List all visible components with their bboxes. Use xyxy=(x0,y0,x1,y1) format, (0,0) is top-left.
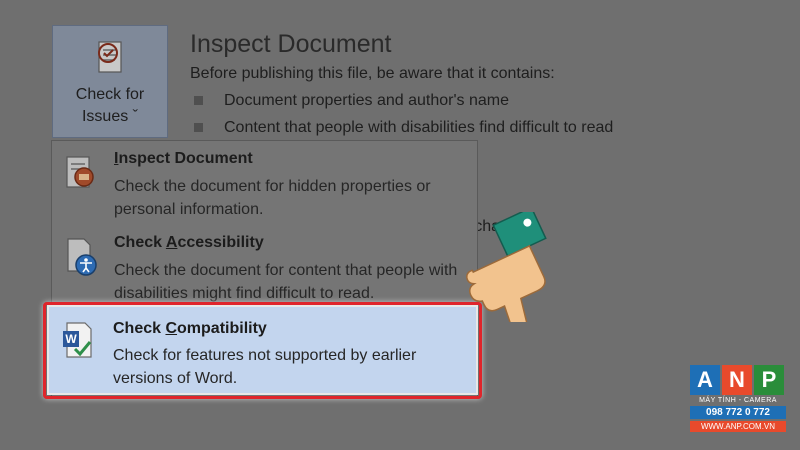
inspect-document-description: Check the document for hidden properties… xyxy=(114,178,431,218)
inspect-document-title: Inspect Document xyxy=(114,150,253,167)
inspect-checklist-icon xyxy=(98,41,122,73)
inspect-document-heading: Inspect Document xyxy=(190,30,392,58)
logo-letter-a: A xyxy=(690,365,720,395)
logo-phone: 098 772 0 772 xyxy=(690,406,786,419)
check-accessibility-title: Check Accessibility xyxy=(114,234,264,251)
logo-letter-p: P xyxy=(754,365,784,395)
check-for-issues-label: Check for Issues ˇ xyxy=(75,86,145,125)
anp-logo: A N P MÁY TÍNH - CAMERA 098 772 0 772 WW… xyxy=(690,365,786,440)
logo-letters: A N P xyxy=(690,365,786,395)
bullet-item: Document properties and author's name xyxy=(194,90,613,117)
menu-item-inspect-document[interactable]: Inspect Document Check the document for … xyxy=(52,147,477,227)
inspect-description: Before publishing this file, be aware th… xyxy=(190,65,555,82)
accessibility-icon xyxy=(67,238,97,276)
inspect-document-icon xyxy=(66,156,94,188)
check-accessibility-description: Check the document for content that peop… xyxy=(114,262,458,302)
logo-website: WWW.ANP.COM.VN xyxy=(690,421,786,432)
pointing-hand-icon xyxy=(466,212,547,322)
highlight-frame xyxy=(43,302,482,399)
check-for-issues-button[interactable]: Check for Issues ˇ xyxy=(52,25,168,138)
menu-item-check-accessibility[interactable]: Check Accessibility Check the document f… xyxy=(52,231,477,311)
logo-subtitle: MÁY TÍNH - CAMERA xyxy=(699,397,777,404)
logo-letter-n: N xyxy=(722,365,752,395)
inspect-bullet-list: Document properties and author's name Co… xyxy=(194,90,613,144)
